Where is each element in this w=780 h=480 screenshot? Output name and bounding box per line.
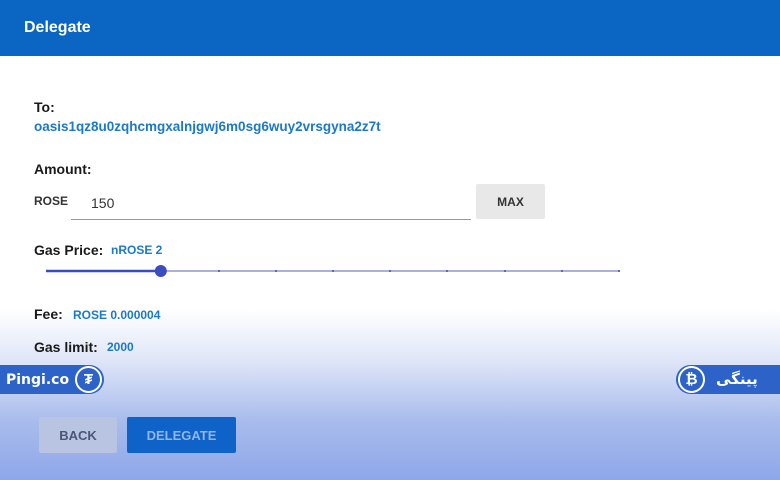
max-button[interactable]: MAX xyxy=(476,184,545,219)
back-button[interactable]: BACK xyxy=(39,417,117,453)
slider-tick xyxy=(561,270,563,272)
slider-tick xyxy=(618,270,620,272)
slider-tick xyxy=(332,270,334,272)
watermark-right: ₿ پینگی xyxy=(676,365,780,394)
dialog-header: Delegate xyxy=(0,0,780,56)
amount-input[interactable] xyxy=(71,186,471,220)
slider-tick xyxy=(504,270,506,272)
slider-tick xyxy=(446,270,448,272)
tether-icon: ₮ xyxy=(75,366,102,393)
fee-value: ROSE 0.000004 xyxy=(73,308,161,322)
amount-label: Amount: xyxy=(34,161,92,177)
to-label: To: xyxy=(34,99,55,115)
gas-price-value: nROSE 2 xyxy=(111,243,163,257)
slider-tick xyxy=(218,270,220,272)
slider-tick xyxy=(103,270,105,272)
watermark-left: Pingi.co ₮ xyxy=(0,365,104,394)
watermark-left-text: Pingi.co xyxy=(6,371,70,388)
watermark-right-text: پینگی xyxy=(716,370,758,388)
gas-limit-value: 2000 xyxy=(107,340,134,354)
slider-tick xyxy=(46,270,48,272)
fee-label: Fee: xyxy=(34,306,63,322)
gas-price-slider-track xyxy=(46,265,620,277)
gas-price-label: Gas Price: xyxy=(34,242,104,258)
slider-tick xyxy=(389,270,391,272)
gas-price-slider[interactable] xyxy=(46,264,620,280)
amount-currency-label: ROSE xyxy=(34,194,69,208)
slider-thumb[interactable] xyxy=(154,265,167,277)
delegate-button[interactable]: DELEGATE xyxy=(127,417,236,453)
gas-limit-label: Gas limit: xyxy=(34,339,98,355)
to-address: oasis1qz8u0zqhcmgxalnjgwj6m0sg6wuy2vrsgy… xyxy=(34,119,381,134)
dialog-title: Delegate xyxy=(24,19,91,36)
slider-tick xyxy=(275,270,277,272)
bitcoin-icon: ₿ xyxy=(678,366,705,393)
